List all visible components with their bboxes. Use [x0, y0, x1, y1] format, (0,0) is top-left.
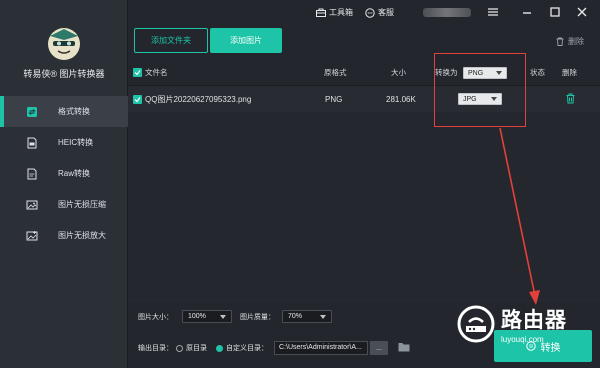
row-size: 281.06K — [386, 94, 416, 104]
header-size: 大小 — [391, 68, 406, 77]
toolbox-label: 工具箱 — [329, 8, 353, 17]
chat-icon — [365, 7, 375, 18]
delete-all-label: 删除 — [568, 37, 584, 46]
output-path-field[interactable]: C:\Users\Administrator\A... — [274, 341, 368, 355]
image-quality-select[interactable]: 70% — [282, 310, 332, 323]
image-size-label: 图片大小： — [138, 314, 173, 321]
toolbar: 添加文件夹 添加图片 删除 — [128, 28, 600, 56]
image-enlarge-icon — [26, 230, 38, 240]
title-bar: 工具箱 客服 — [128, 0, 600, 26]
row-format: PNG — [325, 94, 343, 104]
row-checkbox[interactable] — [133, 94, 142, 104]
add-folder-button[interactable]: 添加文件夹 — [134, 28, 208, 53]
customer-service-label: 客服 — [378, 8, 394, 17]
radio-custom-dir[interactable]: 自定义目录： — [216, 343, 268, 353]
browse-button[interactable]: ... — [370, 341, 388, 355]
trash-icon — [556, 37, 564, 46]
sidebar-item-label: Raw转换 — [58, 169, 91, 178]
file-table: 文件名 原格式 大小 转换为 PNG 状态 删除 QQ图片20220627095… — [128, 60, 600, 112]
image-compress-icon — [26, 200, 38, 209]
table-header: 文件名 原格式 大小 转换为 PNG 状态 删除 — [128, 60, 600, 86]
sidebar-item-label: 图片无损放大 — [58, 231, 106, 240]
radio-original-dir[interactable]: 原目录 — [176, 343, 207, 353]
delete-all-button[interactable]: 删除 — [556, 36, 584, 47]
minimize-icon[interactable] — [520, 5, 534, 19]
sidebar-item-label: 格式转换 — [58, 107, 90, 116]
header-status: 状态 — [530, 68, 545, 77]
convert-button-label: 转换 — [540, 342, 561, 354]
sidebar-item-raw-convert[interactable]: Raw转换 — [0, 158, 128, 189]
chevron-down-icon — [220, 314, 226, 319]
menu-icon[interactable] — [486, 5, 500, 19]
sidebar-item-image-enlarge[interactable]: 图片无损放大 — [0, 220, 128, 251]
open-folder-button[interactable] — [398, 342, 410, 354]
header-filename: 文件名 — [145, 68, 168, 77]
sidebar-item-heic-convert[interactable]: HEIC转换 — [0, 127, 128, 158]
image-size-select[interactable]: 100% — [182, 310, 232, 323]
sidebar-item-label: 图片无损压缩 — [58, 200, 106, 209]
image-quality-label: 图片质量： — [240, 314, 275, 321]
raw-file-icon — [27, 168, 37, 179]
select-all-checkbox[interactable] — [133, 68, 142, 77]
radio-unchecked-icon — [176, 344, 183, 352]
file-list-empty-area — [128, 112, 600, 302]
table-row[interactable]: QQ图片20220627095323.png PNG 281.06K JPG — [128, 86, 600, 112]
convert-icon — [27, 106, 37, 117]
close-icon[interactable] — [575, 5, 589, 19]
sidebar-nav: 格式转换 HEIC转换 Raw转换 图片无损压缩 图片无损放大 — [0, 96, 128, 251]
radio-original-label: 原目录 — [186, 345, 207, 352]
toolbox-icon — [316, 8, 326, 17]
image-quality-value: 70% — [288, 313, 303, 320]
image-options-bar: 图片大小： 100% 图片质量： 70% — [128, 307, 600, 327]
radio-checked-icon — [216, 344, 223, 352]
main-panel: 工具箱 客服 添加文件夹 添加图片 删除 文件名 原格式 大小 转换为 PNG … — [128, 0, 600, 368]
toolbox-button[interactable]: 工具箱 — [316, 7, 353, 18]
convert-button[interactable]: 转换 — [494, 330, 592, 362]
header-format: 原格式 — [324, 68, 347, 77]
app-logo-icon — [48, 28, 80, 60]
highlight-annotation-box — [434, 53, 526, 127]
convert-circle-icon — [525, 341, 536, 351]
trash-icon — [566, 93, 575, 104]
sidebar-item-image-compress[interactable]: 图片无损压缩 — [0, 189, 128, 220]
sidebar: 转易侠® 图片转换器 格式转换 HEIC转换 Raw转换 图片无损压缩 图片无损… — [0, 0, 128, 368]
account-info-blurred — [423, 8, 471, 17]
row-delete-button[interactable] — [566, 93, 575, 106]
heic-file-icon — [27, 137, 37, 148]
chevron-down-icon — [320, 314, 326, 319]
image-size-value: 100% — [188, 313, 206, 320]
sidebar-item-label: HEIC转换 — [58, 138, 94, 147]
output-path-group: C:\Users\Administrator\A... ... — [274, 341, 388, 355]
app-window: 转易侠® 图片转换器 格式转换 HEIC转换 Raw转换 图片无损压缩 图片无损… — [0, 0, 600, 368]
row-filename: QQ图片20220627095323.png — [145, 94, 252, 104]
add-image-button[interactable]: 添加图片 — [210, 28, 282, 53]
customer-service-button[interactable]: 客服 — [365, 7, 394, 18]
sidebar-item-format-convert[interactable]: 格式转换 — [0, 96, 128, 127]
header-delete: 删除 — [562, 68, 577, 77]
output-dir-label: 输出目录： — [138, 345, 173, 352]
maximize-icon[interactable] — [548, 5, 562, 19]
radio-custom-label: 自定义目录： — [226, 345, 268, 352]
brand-title: 转易侠® 图片转换器 — [23, 69, 105, 79]
folder-icon — [398, 343, 410, 352]
